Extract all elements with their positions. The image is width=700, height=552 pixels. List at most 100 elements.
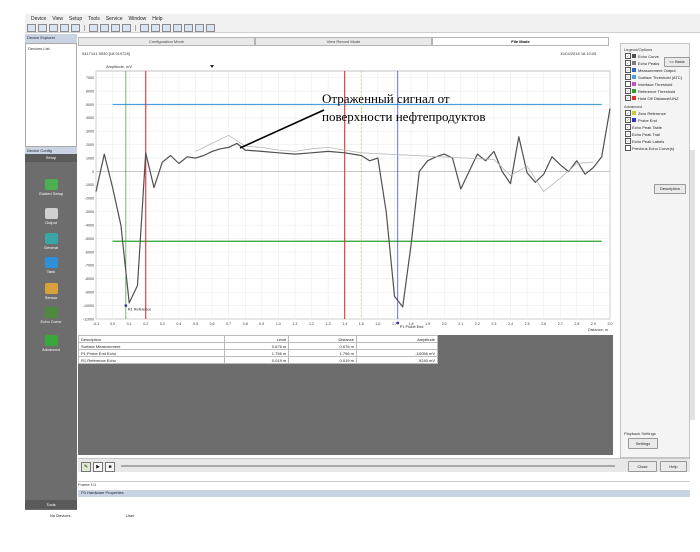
stop-icon[interactable]: ■ bbox=[105, 462, 115, 472]
refresh-icon[interactable] bbox=[162, 23, 171, 32]
col-amplitude[interactable]: Amplitude bbox=[356, 335, 438, 343]
peak-label: P1 Probe End bbox=[400, 325, 424, 329]
nav-item-echo-curve[interactable]: Echo Curve bbox=[25, 306, 77, 332]
color-swatch bbox=[632, 118, 636, 122]
option-probe-end[interactable]: ✓ Probe End bbox=[625, 117, 686, 123]
connect-icon[interactable] bbox=[71, 23, 80, 32]
y-tick-label: 3000 bbox=[86, 130, 94, 134]
tab-file-mode[interactable]: File Mode bbox=[432, 37, 609, 46]
wrench-icon[interactable] bbox=[27, 23, 36, 32]
checkbox[interactable]: ✓ bbox=[625, 110, 631, 116]
option-echo-peak-labels[interactable]: ✓ Echo Peak Labels bbox=[625, 138, 686, 144]
setup-header[interactable]: Setup bbox=[25, 154, 77, 162]
compare-icon[interactable] bbox=[195, 23, 204, 32]
option-surface-threshold-atc-[interactable]: ✓ Surface Threshold (ATC) bbox=[625, 74, 686, 80]
open-icon[interactable] bbox=[89, 23, 98, 32]
checkbox[interactable]: ✓ bbox=[625, 74, 631, 80]
checkbox[interactable] bbox=[625, 145, 631, 151]
table-row[interactable]: Surface Measurement 0.676 m 0.676 m bbox=[77, 342, 438, 350]
tab-configuration-mode[interactable]: Configuration Mode bbox=[78, 37, 255, 46]
x-tick-label: 1.5 bbox=[359, 322, 364, 326]
playback-slider[interactable] bbox=[121, 465, 615, 467]
menu-service[interactable]: Service bbox=[106, 16, 123, 22]
option-interface-threshold[interactable]: Interface Threshold bbox=[625, 81, 686, 87]
nav-item-general[interactable]: General bbox=[25, 232, 77, 258]
report-icon[interactable] bbox=[206, 23, 215, 32]
menu-window[interactable]: Window bbox=[129, 16, 147, 22]
menu-help[interactable]: Help bbox=[152, 16, 162, 22]
y-tick-label: 2000 bbox=[86, 143, 94, 147]
nav-item-label: Advanced bbox=[42, 347, 60, 352]
y-tick-label: -1000 bbox=[85, 183, 94, 187]
nav-item-advanced[interactable]: Advanced bbox=[25, 334, 77, 360]
nav-item-tank[interactable]: Tank bbox=[25, 256, 77, 282]
checkbox[interactable]: ✓ bbox=[625, 131, 631, 137]
x-tick-label: 0.3 bbox=[160, 322, 165, 326]
device-list-item[interactable]: Devices List bbox=[28, 46, 50, 51]
menu-tools[interactable]: Tools bbox=[88, 16, 100, 22]
paste-icon[interactable] bbox=[151, 23, 160, 32]
nav-item-label: Tank bbox=[46, 269, 56, 274]
export-icon[interactable] bbox=[122, 23, 131, 32]
save-icon[interactable] bbox=[100, 23, 109, 32]
x-tick-label: 2.8 bbox=[574, 322, 579, 326]
advanced-items: ✓ Zero Reference ✓ Probe End ✓ Echo Peak Tabl… bbox=[621, 110, 689, 151]
option-reference-threshold[interactable]: ✓ Reference Threshold bbox=[625, 88, 686, 94]
annotation-line-2: поверхности нефтепродуктов bbox=[322, 109, 486, 124]
checkbox[interactable]: ✓ bbox=[625, 60, 631, 66]
option-hold-off-distance-unz[interactable]: ✓ Hold Off Distance/UNZ bbox=[625, 95, 686, 101]
menu-device[interactable]: Device bbox=[31, 16, 46, 22]
nav-item-guided-setup[interactable]: Guided Setup bbox=[25, 178, 77, 204]
edit-icon[interactable] bbox=[49, 23, 58, 32]
download-icon[interactable] bbox=[184, 23, 193, 32]
table-row[interactable]: P1 Probe End Echo 1.756 m 1.756 m -10056… bbox=[77, 349, 438, 357]
checkbox[interactable]: ✓ bbox=[625, 117, 631, 123]
checkbox[interactable]: ✓ bbox=[625, 53, 631, 59]
x-tick-label: 2.3 bbox=[491, 322, 496, 326]
upload-icon[interactable] bbox=[173, 23, 182, 32]
table-row[interactable]: R1 Reference Echo 0.019 m 0.019 m -9240 … bbox=[77, 356, 438, 364]
tab-view-record-mode[interactable]: View Record Mode bbox=[255, 37, 432, 46]
menu-view[interactable]: View bbox=[52, 16, 63, 22]
cell-description: P1 Probe End Echo bbox=[77, 349, 226, 357]
cell-amplitude bbox=[356, 342, 438, 350]
option-measurement-output[interactable]: ✓ Measurement Output bbox=[625, 67, 686, 73]
tools-icon[interactable] bbox=[60, 23, 69, 32]
checkbox[interactable]: ✓ bbox=[625, 124, 631, 130]
close-button[interactable]: Close bbox=[628, 461, 657, 472]
col-level[interactable]: Level bbox=[224, 335, 290, 343]
advanced-title: Advanced bbox=[624, 104, 642, 109]
checkbox[interactable]: ✓ bbox=[625, 67, 631, 73]
checkbox[interactable]: ✓ bbox=[625, 138, 631, 144]
option-label: Reference Threshold bbox=[638, 88, 676, 94]
description-button[interactable]: Description bbox=[654, 184, 686, 194]
tools-header[interactable]: Tools bbox=[25, 500, 77, 509]
annotation-arrow-line bbox=[239, 109, 325, 149]
menu-setup[interactable]: Setup bbox=[69, 16, 82, 22]
basic-button[interactable]: << Basic bbox=[664, 57, 690, 67]
copy-icon[interactable] bbox=[140, 23, 149, 32]
status-user: User bbox=[126, 513, 135, 518]
col-description[interactable]: Description bbox=[77, 335, 226, 343]
option-echo-peak-trail[interactable]: ✓ Echo Peak Trail bbox=[625, 131, 686, 137]
help-button[interactable]: Help bbox=[660, 461, 687, 472]
play-icon[interactable]: ▶ bbox=[93, 462, 103, 472]
x-tick-label: 1.0 bbox=[276, 322, 281, 326]
nav-item-sensor[interactable]: Sensor bbox=[25, 282, 77, 308]
print-icon[interactable] bbox=[111, 23, 120, 32]
vertical-scrollbar[interactable] bbox=[690, 150, 695, 420]
x-tick-label: 0.8 bbox=[243, 322, 248, 326]
nav-item-output[interactable]: Output bbox=[25, 207, 77, 233]
distance-axis-label: Distance, m bbox=[588, 328, 608, 332]
option-label: Zero Reference bbox=[638, 110, 666, 116]
settings-button[interactable]: Settings bbox=[628, 438, 658, 449]
checkbox[interactable]: ✓ bbox=[625, 95, 631, 101]
record-icon[interactable]: ✎ bbox=[81, 462, 91, 472]
checkbox[interactable] bbox=[625, 81, 631, 87]
option-zero-reference[interactable]: ✓ Zero Reference bbox=[625, 110, 686, 116]
checkbox[interactable]: ✓ bbox=[625, 88, 631, 94]
option-previous-echo-curve-s-[interactable]: Previous Echo Curve(s) bbox=[625, 145, 686, 151]
pen-icon[interactable] bbox=[38, 23, 47, 32]
option-echo-peak-table[interactable]: ✓ Echo Peak Table bbox=[625, 124, 686, 130]
col-distance[interactable]: Distance bbox=[288, 335, 357, 343]
